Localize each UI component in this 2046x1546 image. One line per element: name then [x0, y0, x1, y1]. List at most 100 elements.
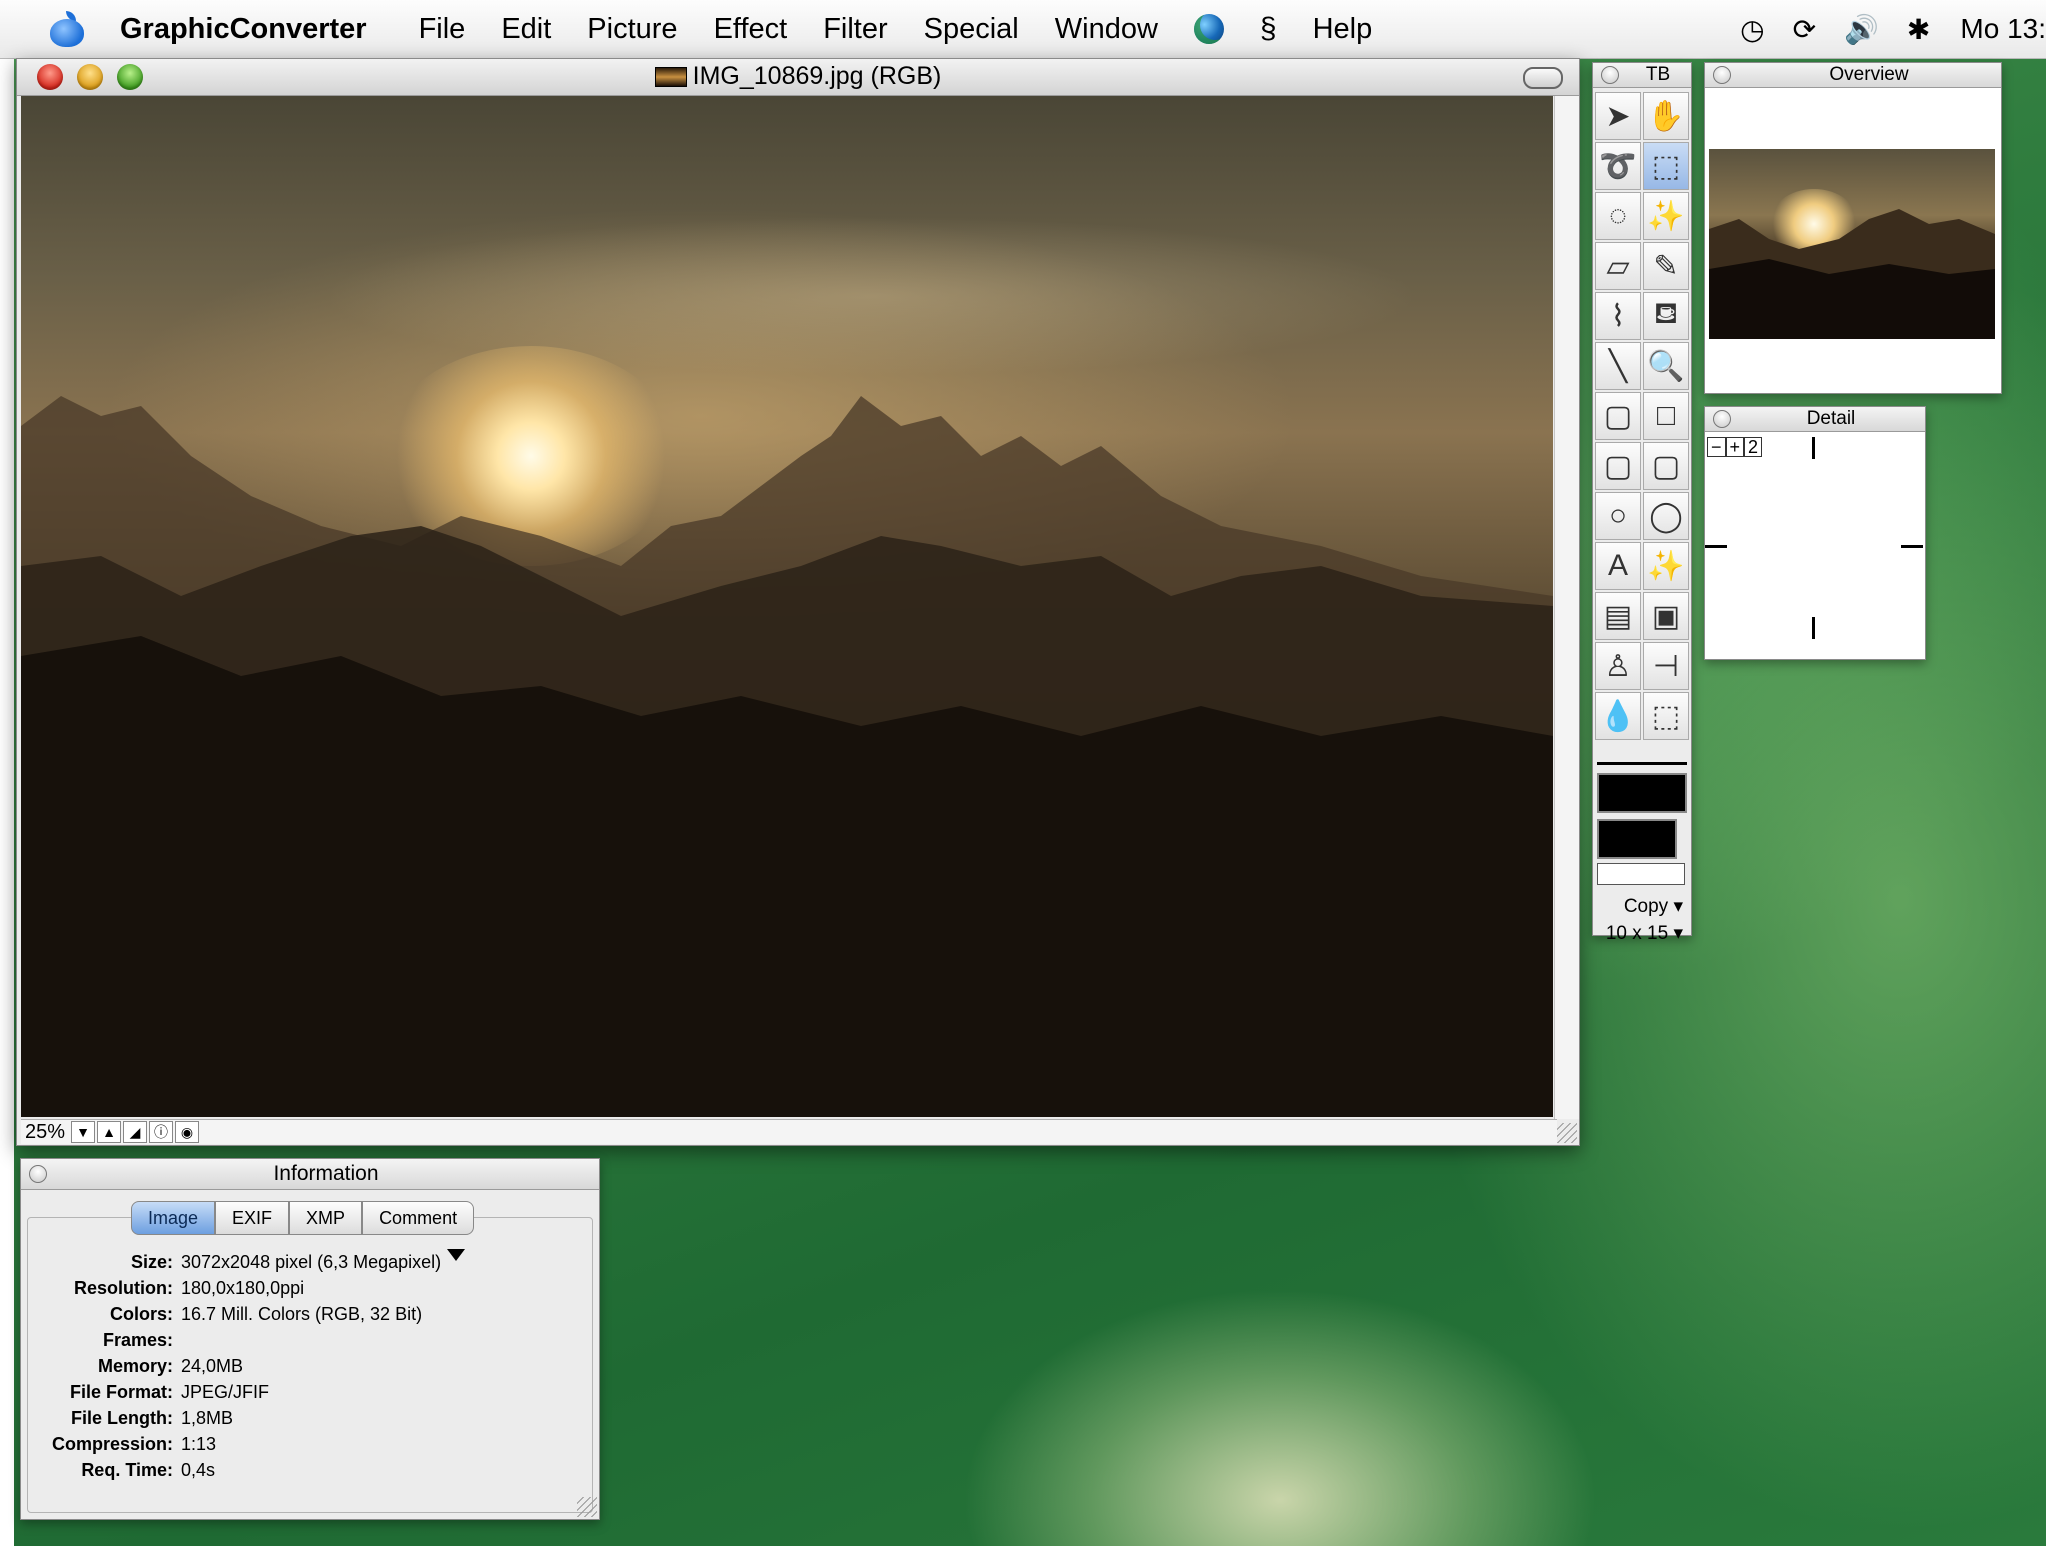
clock-menu-icon[interactable]: ◷	[1740, 13, 1764, 46]
info-row-size: Size: 3072x2048 pixel (6,3 Megapixel)	[21, 1249, 466, 1275]
document-title: IMG_10869.jpg (RGB)	[692, 62, 942, 90]
line-width-picker[interactable]	[1597, 748, 1687, 765]
menubar-clock[interactable]: Mo 13:	[1960, 13, 2046, 45]
tab-exif[interactable]: EXIF	[215, 1201, 290, 1235]
info-value: 1,8MB	[181, 1408, 234, 1428]
mountain-silhouettes	[21, 396, 1553, 1117]
info-label: Frames:	[102, 1330, 173, 1350]
menu-edit[interactable]: Edit	[483, 13, 569, 46]
pencil-tool-icon[interactable]: ✎	[1643, 242, 1689, 290]
layers-tool-icon[interactable]: ▣	[1643, 592, 1689, 640]
eraser-tool-icon[interactable]: ▱	[1595, 242, 1641, 290]
pattern-picker[interactable]	[1597, 863, 1685, 885]
information-close-button[interactable]	[29, 1165, 47, 1183]
levels-icon[interactable]: ◢	[123, 1121, 148, 1143]
image-proxy-icon[interactable]	[654, 67, 687, 88]
overview-mountains	[1709, 209, 1995, 339]
rounded-rect-tool-icon[interactable]: ▢	[1595, 442, 1641, 490]
menu-effect[interactable]: Effect	[696, 13, 806, 46]
detail-close-button[interactable]	[1713, 410, 1731, 428]
text-wand-tool-icon[interactable]: ✨	[1643, 542, 1689, 590]
menu-special[interactable]: Special	[906, 13, 1037, 46]
background-color-swatch[interactable]	[1597, 819, 1677, 859]
magic-wand-tool-icon[interactable]: ✨	[1643, 192, 1689, 240]
oval-select-tool-icon[interactable]: ◌	[1595, 192, 1641, 240]
detail-zoom-out-button[interactable]: −	[1707, 437, 1726, 457]
toolbar-toggle-button[interactable]	[1523, 67, 1563, 89]
hand-tool-icon[interactable]: ✋	[1643, 92, 1689, 140]
information-palette: Information Image EXIF XMP Comment Size:…	[20, 1158, 600, 1520]
vertical-scrollbar[interactable]	[1554, 96, 1579, 1119]
info-label: Memory:	[97, 1356, 173, 1376]
filled-rectangle-tool-icon[interactable]: □	[1643, 392, 1689, 440]
rectangle-tool-icon[interactable]: ▢	[1595, 392, 1641, 440]
info-row-resolution: Resolution: 180,0x180,0ppi	[21, 1275, 465, 1301]
toolbox-close-button[interactable]	[1601, 66, 1619, 84]
circle-tool-icon[interactable]: ○	[1595, 492, 1641, 540]
filled-rounded-rect-tool-icon[interactable]: ▢	[1643, 442, 1689, 490]
copy-mode-dropdown[interactable]: Copy ▾	[1593, 895, 1691, 918]
toolbox-titlebar[interactable]: TB	[1593, 63, 1691, 88]
info-row-colors: Colors: 16.7 Mill. Colors (RGB, 32 Bit)	[21, 1301, 465, 1327]
menu-window[interactable]: Window	[1037, 13, 1176, 46]
information-titlebar[interactable]: Information	[21, 1159, 599, 1190]
menu-help[interactable]: Help	[1295, 13, 1391, 46]
information-title: Information	[273, 1162, 379, 1185]
caliper-tool-icon[interactable]: ⊣	[1643, 642, 1689, 690]
stamp-tool-icon[interactable]: ♙	[1595, 642, 1641, 690]
menu-file[interactable]: File	[401, 13, 484, 46]
magnifier-tool-icon[interactable]: 🔍	[1643, 342, 1689, 390]
filled-circle-tool-icon[interactable]: ◯	[1643, 492, 1689, 540]
apple-menu-icon[interactable]	[50, 11, 84, 47]
volume-icon[interactable]: 🔊	[1844, 13, 1879, 46]
tab-xmp[interactable]: XMP	[289, 1201, 363, 1235]
menu-filter[interactable]: Filter	[805, 13, 905, 46]
bluetooth-icon[interactable]: ✱	[1907, 13, 1930, 46]
resize-grip-icon[interactable]	[1557, 1123, 1577, 1143]
foreground-color-swatch[interactable]	[1597, 773, 1687, 813]
info-label: Size:	[130, 1252, 173, 1272]
tool-grid: ➤ ✋ ➰ ⬚ ◌ ✨ ▱ ✎ ⌇ ⛾ ╲ 🔍 ▢ □ ▢ ▢ ○ ◯ A ✨ …	[1593, 88, 1691, 740]
overview-close-button[interactable]	[1713, 66, 1731, 84]
paint-bucket-tool-icon[interactable]: ⛾	[1643, 292, 1689, 340]
line-tool-icon[interactable]: ╲	[1595, 342, 1641, 390]
color-wheel-icon[interactable]: ◉	[175, 1121, 200, 1143]
detail-titlebar[interactable]: Detail	[1705, 407, 1925, 432]
globe-menu-icon[interactable]	[1193, 14, 1224, 44]
histogram-icon[interactable]: ▲	[97, 1121, 122, 1143]
information-resize-grip-icon[interactable]	[577, 1497, 597, 1517]
brush-size-label: 10 x 15	[1605, 923, 1669, 944]
screen-edge	[0, 0, 14, 1546]
rectangle-select-tool-icon[interactable]: ⬚	[1643, 142, 1689, 190]
tab-xmp-label: XMP	[306, 1207, 346, 1228]
tab-exif-label: EXIF	[232, 1207, 273, 1228]
overview-titlebar[interactable]: Overview	[1705, 63, 2001, 88]
lasso-tool-icon[interactable]: ➰	[1595, 142, 1641, 190]
menu-picture[interactable]: Picture	[569, 13, 695, 46]
document-titlebar[interactable]: IMG_10869.jpg (RGB)	[17, 59, 1579, 96]
arrow-tool-icon[interactable]: ➤	[1595, 92, 1641, 140]
jpeg-select-tool-icon[interactable]: ⬚	[1643, 692, 1689, 740]
detail-palette: Detail − + 2	[1704, 406, 1926, 660]
text-tool-icon[interactable]: A	[1595, 542, 1641, 590]
size-dropdown-icon[interactable]	[447, 1249, 466, 1261]
overview-title: Overview	[1829, 64, 1909, 85]
sync-menu-icon[interactable]: ⟳	[1793, 13, 1816, 46]
tab-comment[interactable]: Comment	[362, 1201, 475, 1235]
menu-app-name[interactable]: GraphicConverter	[120, 13, 401, 46]
overview-palette: Overview	[1704, 62, 2002, 394]
info-value: 3072x2048 pixel (6,3 Megapixel)	[181, 1252, 442, 1272]
script-menu-icon[interactable]: §	[1260, 12, 1277, 46]
zoom-dropdown-icon[interactable]: ▼	[71, 1121, 96, 1143]
film-tool-icon[interactable]: ▤	[1595, 592, 1641, 640]
detail-zoom-in-button[interactable]: +	[1725, 437, 1745, 457]
brush-size-dropdown[interactable]: 10 x 15 ▾	[1593, 922, 1691, 945]
image-canvas[interactable]	[21, 96, 1553, 1117]
drop-tool-icon[interactable]: 💧	[1595, 692, 1641, 740]
zoom-level[interactable]: 25%	[21, 1121, 69, 1144]
overview-thumbnail[interactable]	[1709, 149, 1995, 339]
eyedropper-tool-icon[interactable]: ⌇	[1595, 292, 1641, 340]
info-icon[interactable]: ⓘ	[149, 1121, 174, 1143]
info-value: 0,4s	[181, 1460, 216, 1480]
tab-image[interactable]: Image	[131, 1201, 216, 1235]
